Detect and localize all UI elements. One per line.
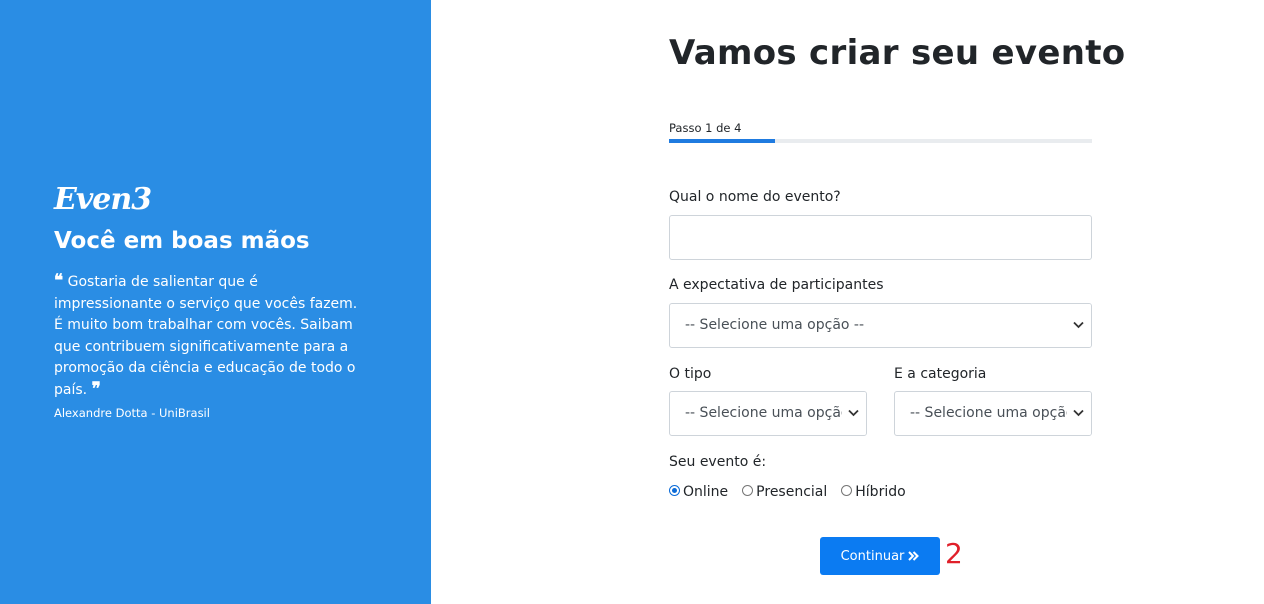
- brand-tagline: Você em boas mãos: [54, 228, 310, 254]
- page-title: Vamos criar seu evento: [669, 33, 1126, 73]
- quote-open-icon: ❝: [54, 271, 64, 291]
- chevron-down-icon: [1067, 304, 1091, 347]
- progress-bar: [669, 139, 1092, 143]
- continue-button[interactable]: Continuar: [820, 537, 940, 575]
- annotation-step-number: 2: [945, 537, 963, 570]
- double-chevron-right-icon: [908, 551, 920, 561]
- radio-online-label[interactable]: Online: [683, 484, 728, 500]
- category-selected-value: -- Selecione uma opção --: [910, 405, 1090, 421]
- progress-fill: [669, 139, 775, 143]
- type-select[interactable]: -- Selecione uma opção --: [669, 391, 867, 436]
- chevron-down-icon: [1067, 392, 1091, 435]
- step-indicator: Passo 1 de 4: [669, 121, 742, 135]
- testimonial-quote: ❝ Gostaria de salientar que é impression…: [54, 272, 364, 402]
- even3-logo: Even3: [54, 182, 152, 217]
- event-format-radio-group: Online Presencial Híbrido: [669, 481, 920, 501]
- chevron-down-icon: [842, 392, 866, 435]
- radio-hibrido[interactable]: [841, 484, 853, 496]
- event-format-label: Seu evento é:: [669, 454, 767, 470]
- category-select[interactable]: -- Selecione uma opção --: [894, 391, 1092, 436]
- event-name-input[interactable]: [669, 215, 1092, 260]
- category-label: E a categoria: [894, 366, 987, 382]
- attendance-label: A expectativa de participantes: [669, 277, 884, 293]
- type-label: O tipo: [669, 366, 712, 382]
- brand-panel: Even3 Você em boas mãos ❝ Gostaria de sa…: [0, 0, 431, 604]
- testimonial-author: Alexandre Dotta - UniBrasil: [54, 406, 210, 420]
- continue-button-label: Continuar: [840, 548, 905, 564]
- type-selected-value: -- Selecione uma opção --: [685, 405, 865, 421]
- event-name-label: Qual o nome do evento?: [669, 189, 841, 205]
- quote-close-icon: ❞: [91, 378, 101, 399]
- create-event-form: Vamos criar seu evento Passo 1 de 4 Qual…: [669, 0, 1125, 604]
- radio-presencial[interactable]: [742, 484, 754, 496]
- attendance-select[interactable]: -- Selecione uma opção --: [669, 303, 1092, 348]
- attendance-selected-value: -- Selecione uma opção --: [685, 317, 865, 333]
- radio-hibrido-label[interactable]: Híbrido: [855, 484, 905, 500]
- radio-online[interactable]: [669, 484, 680, 496]
- radio-presencial-label[interactable]: Presencial: [756, 484, 827, 500]
